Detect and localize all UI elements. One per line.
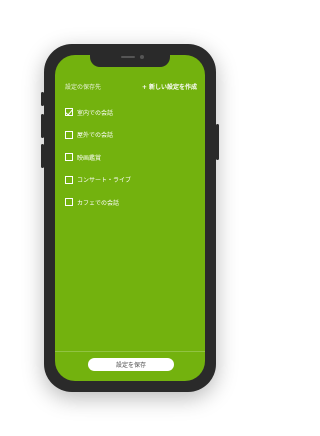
settings-header: 設定の保存先 + 新しい設定を作成 (65, 79, 197, 93)
app-screen: 設定の保存先 + 新しい設定を作成 室内での会話 屋外での会話 映画鑑賞 コンサ… (55, 55, 205, 381)
setting-item-indoor-conversation[interactable]: 室内での会話 (65, 101, 197, 124)
setting-item-movie[interactable]: 映画鑑賞 (65, 146, 197, 169)
phone-frame: 設定の保存先 + 新しい設定を作成 室内での会話 屋外での会話 映画鑑賞 コンサ… (41, 44, 219, 392)
settings-list: 室内での会話 屋外での会話 映画鑑賞 コンサート・ライブ カフェでの会話 (65, 101, 197, 214)
new-setting-button[interactable]: + 新しい設定を作成 (142, 82, 197, 91)
setting-item-label: 屋外での会話 (77, 132, 114, 140)
mute-switch (41, 92, 44, 106)
power-button (216, 124, 219, 160)
checkbox-icon[interactable] (65, 175, 73, 184)
setting-item-cafe-conversation[interactable]: カフェでの会話 (65, 191, 197, 214)
setting-item-label: カフェでの会話 (77, 199, 120, 207)
setting-item-label: コンサート・ライブ (77, 177, 132, 185)
save-target-label: 設定の保存先 (65, 83, 102, 91)
checkbox-icon[interactable] (65, 198, 73, 207)
setting-item-label: 映画鑑賞 (77, 154, 102, 162)
setting-item-concert-live[interactable]: コンサート・ライブ (65, 169, 197, 192)
save-settings-button[interactable]: 設定を保存 (88, 358, 174, 371)
checkbox-icon[interactable] (65, 130, 73, 139)
checkbox-icon[interactable] (65, 153, 73, 162)
setting-item-label: 室内での会話 (77, 109, 114, 117)
notch (90, 55, 170, 67)
footer-divider (55, 351, 205, 352)
speaker-icon (121, 56, 135, 58)
camera-icon (140, 55, 144, 59)
setting-item-outdoor-conversation[interactable]: 屋外での会話 (65, 124, 197, 147)
checkbox-checked-icon[interactable] (65, 108, 73, 117)
volume-up-button (41, 114, 44, 138)
volume-down-button (41, 144, 44, 168)
